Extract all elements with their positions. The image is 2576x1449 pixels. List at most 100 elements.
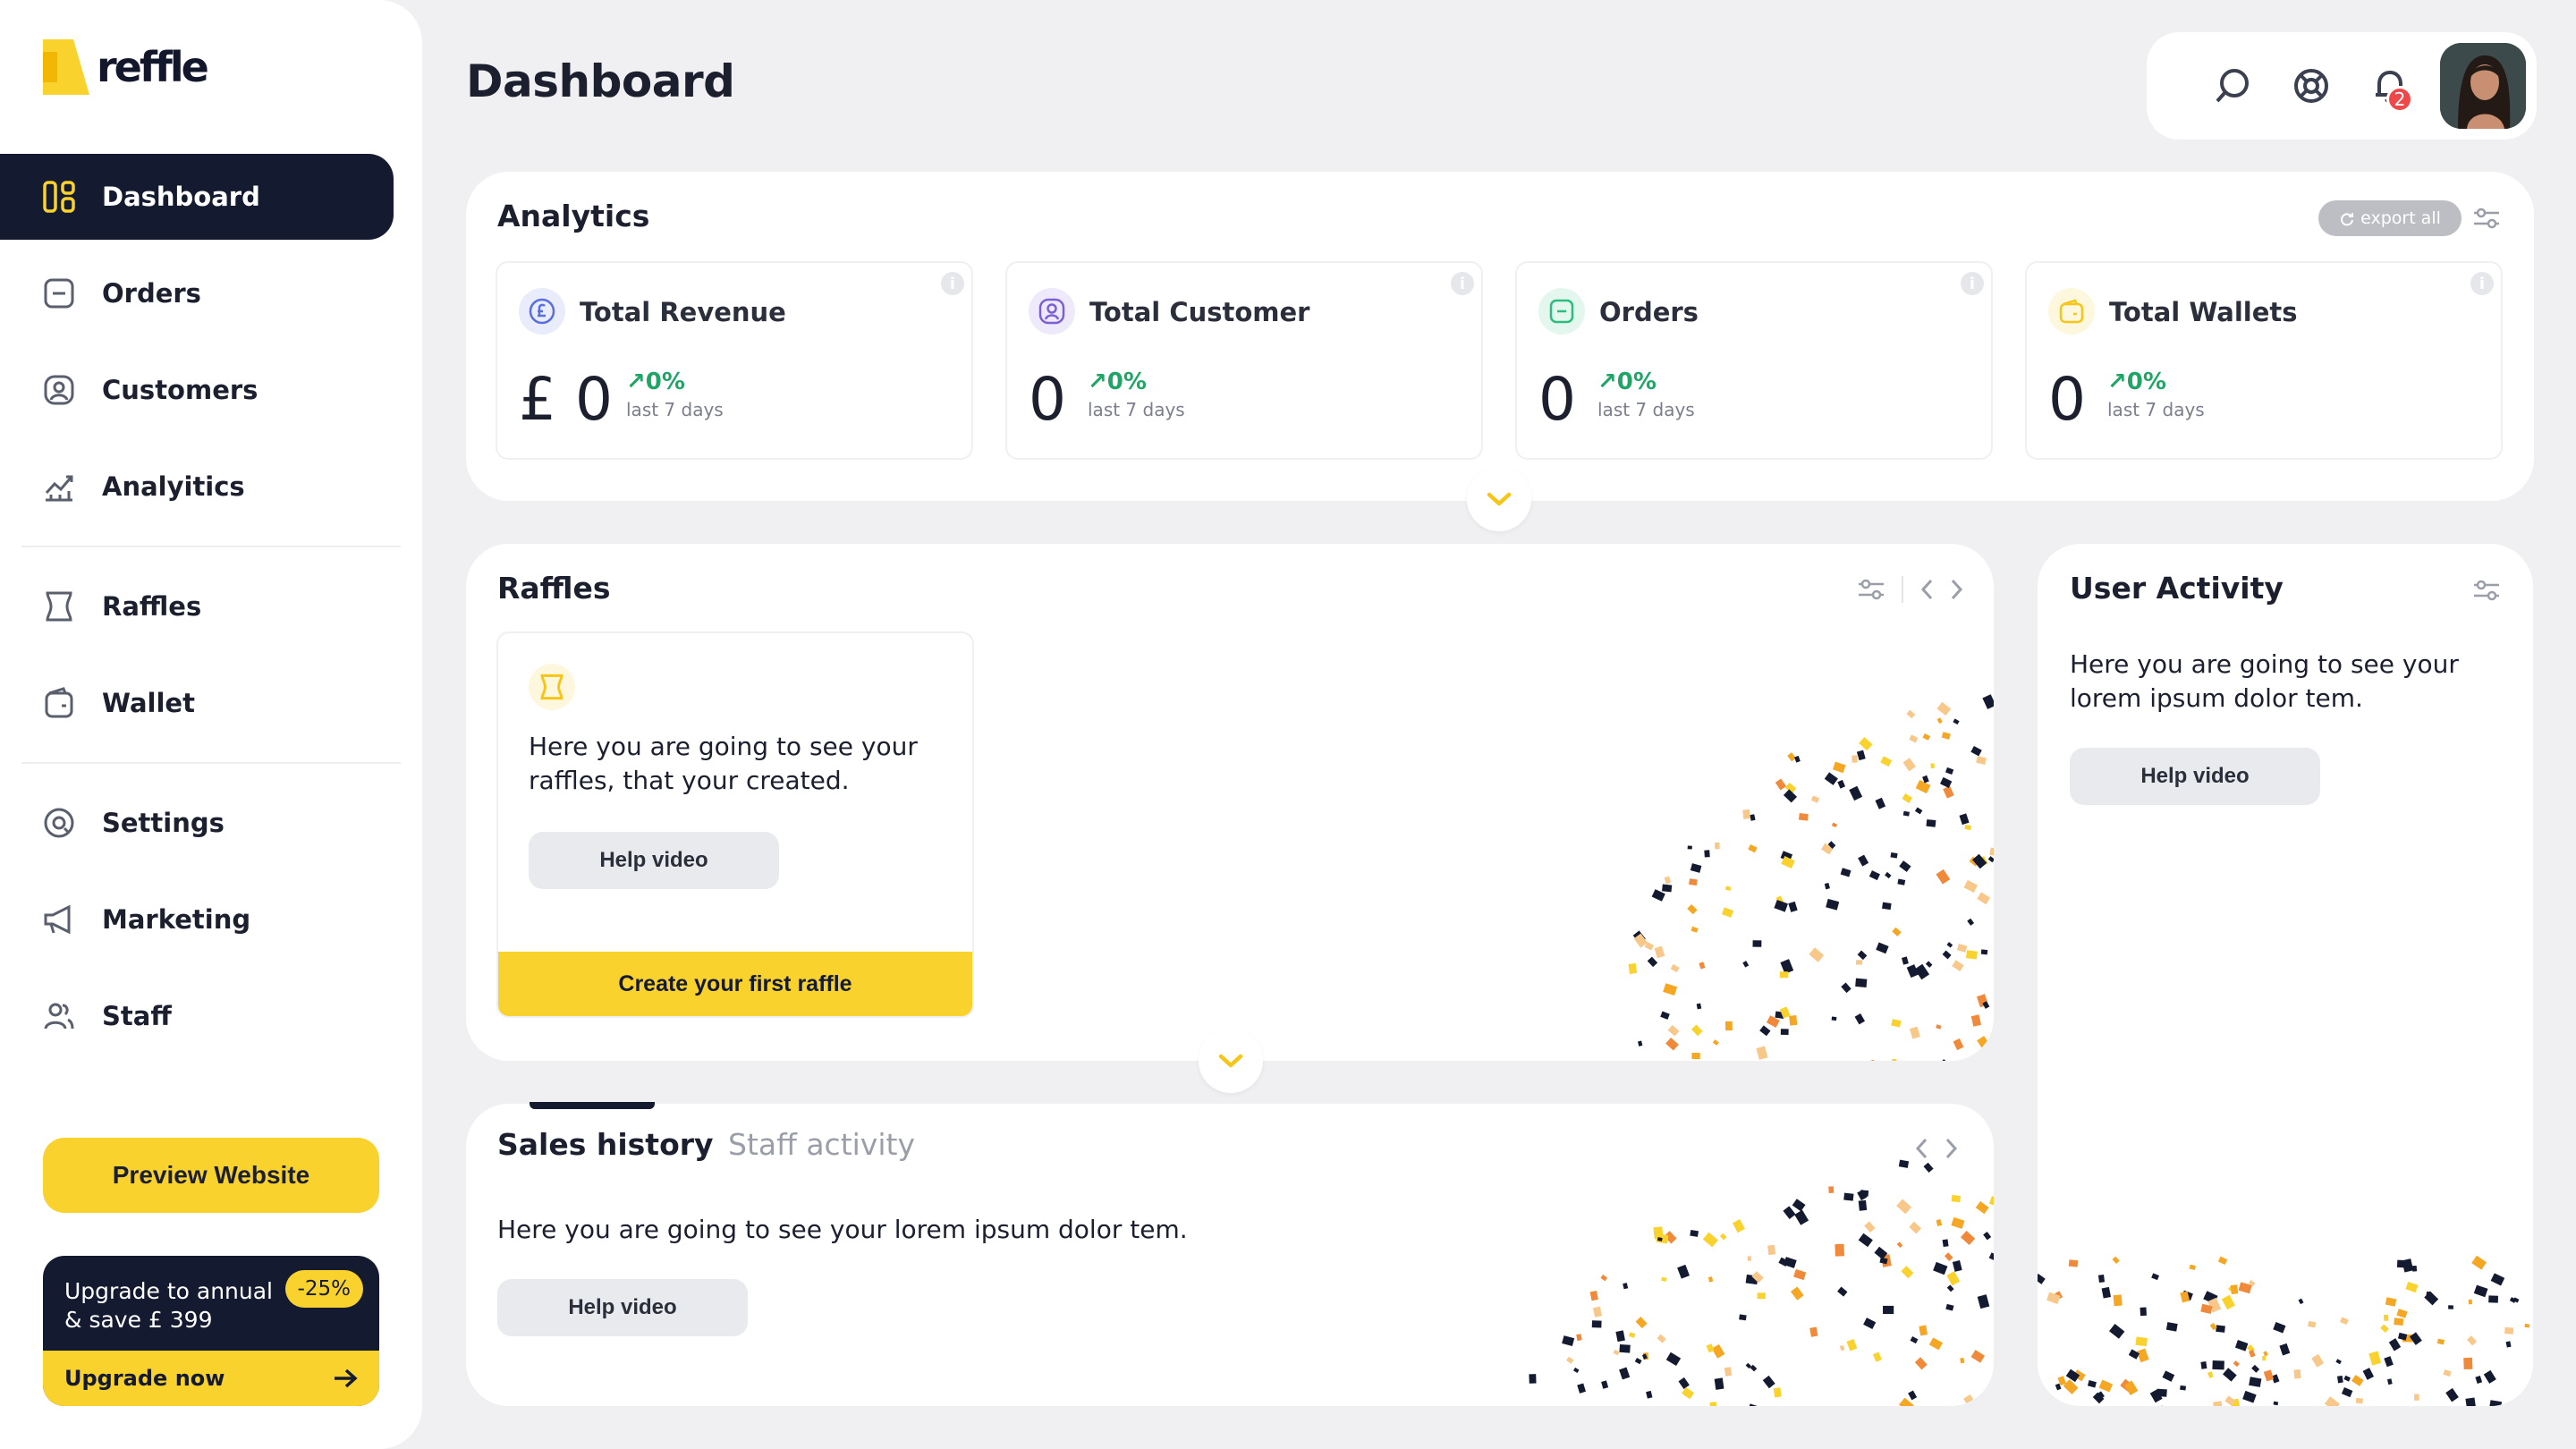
confetti-piece <box>2151 1273 2160 1281</box>
notifications-button[interactable]: 2 <box>2351 47 2429 125</box>
sidebar-item-settings[interactable]: Settings <box>0 780 394 866</box>
confetti-piece <box>1885 871 1892 879</box>
export-icon <box>2339 210 2355 226</box>
confetti-piece <box>1860 1190 1869 1197</box>
confetti-piece <box>2200 1361 2207 1369</box>
export-all-button[interactable]: export all <box>2318 200 2462 236</box>
sidebar-item-analytics[interactable]: Analyitics <box>0 444 394 530</box>
chevron-down-icon <box>1217 1053 1244 1069</box>
stat-card-total-wallets: Total Wallets 0 ↗0% last 7 days i <box>2025 261 2503 460</box>
confetti-piece <box>1660 1011 1670 1020</box>
stat-period: last 7 days <box>1088 399 1185 420</box>
confetti-piece <box>1909 734 1919 743</box>
confetti-piece <box>2221 1294 2235 1310</box>
create-raffle-button[interactable]: Create your first raffle <box>498 952 972 1016</box>
chevron-right-icon[interactable] <box>1945 1136 1959 1161</box>
confetti-piece <box>1831 822 1837 828</box>
confetti-piece <box>1831 1016 1837 1021</box>
confetti-piece <box>1963 879 1979 893</box>
confetti-piece <box>1970 1350 1986 1363</box>
confetti-piece <box>1665 1352 1682 1367</box>
info-icon[interactable]: i <box>2470 272 2494 295</box>
upgrade-now-button[interactable]: Upgrade now <box>43 1351 379 1406</box>
filter-icon[interactable] <box>1857 577 1885 602</box>
confetti-piece <box>1936 717 1943 724</box>
stat-value: 0 <box>2048 365 2086 434</box>
chevron-left-icon[interactable] <box>1919 577 1934 602</box>
confetti-piece <box>2135 1336 2148 1347</box>
confetti-piece <box>1663 983 1678 996</box>
sidebar-item-wallet[interactable]: Wallet <box>0 660 394 746</box>
confetti-piece <box>1960 1357 1965 1364</box>
filter-icon[interactable] <box>2472 578 2501 603</box>
sidebar-item-marketing[interactable]: Marketing <box>0 877 394 962</box>
confetti-piece <box>1667 1025 1680 1037</box>
tab-staff-activity[interactable]: Staff activity <box>728 1127 915 1162</box>
sidebar-item-orders[interactable]: Orders <box>0 250 394 336</box>
confetti-piece <box>2445 1387 2459 1402</box>
confetti-piece <box>1989 847 1994 857</box>
confetti-piece <box>1677 1264 1690 1279</box>
sidebar-item-customers[interactable]: Customers <box>0 347 394 433</box>
confetti-piece <box>1966 950 1978 960</box>
expand-raffles-button[interactable] <box>1199 1029 1263 1093</box>
support-button[interactable] <box>2272 47 2351 125</box>
search-button[interactable] <box>2193 47 2272 125</box>
confetti-piece <box>1936 701 1952 716</box>
stat-change: ↗0% <box>1597 369 1657 395</box>
raffles-empty-text: Here you are going to see your raffles, … <box>529 732 918 795</box>
sales-help-video-button[interactable]: Help video <box>497 1279 748 1336</box>
confetti-piece <box>2298 1298 2304 1305</box>
orders-icon <box>1538 288 1585 335</box>
stat-change: ↗0% <box>626 369 685 395</box>
sidebar-item-staff[interactable]: Staff <box>0 973 394 1059</box>
export-all-label: export all <box>2360 208 2441 228</box>
chevron-right-icon[interactable] <box>1950 577 1964 602</box>
sidebar-item-label: Raffles <box>102 591 202 622</box>
confetti-piece <box>1664 876 1672 885</box>
info-icon[interactable]: i <box>941 272 964 295</box>
info-icon[interactable]: i <box>1961 272 1984 295</box>
confetti-piece <box>1898 1159 1910 1168</box>
sales-controls <box>1914 1136 1959 1161</box>
upgrade-text: Upgrade to annual & save £ 399 <box>64 1277 273 1335</box>
chevron-left-icon[interactable] <box>1914 1136 1928 1161</box>
preview-website-button[interactable]: Preview Website <box>43 1138 379 1213</box>
confetti-piece <box>1910 1335 1919 1344</box>
user-activity-help-video-button[interactable]: Help video <box>2070 748 2320 805</box>
confetti-piece <box>1930 763 1935 769</box>
confetti-piece <box>2380 1324 2389 1334</box>
confetti-piece <box>2504 1326 2514 1335</box>
confetti-piece <box>1849 785 1863 801</box>
sidebar: reffle Dashboard Orders Customers Analyi… <box>0 0 422 1449</box>
confetti-piece <box>1566 1356 1574 1364</box>
filter-icon[interactable] <box>2472 206 2501 231</box>
sidebar-item-raffles[interactable]: Raffles <box>0 564 394 649</box>
tab-sales-history[interactable]: Sales history <box>497 1127 714 1162</box>
stat-change-value: 0% <box>2126 369 2166 395</box>
avatar[interactable] <box>2440 43 2526 129</box>
confetti-piece <box>1748 843 1758 853</box>
confetti-piece <box>2355 1397 2363 1404</box>
confetti-piece <box>1824 883 1830 890</box>
confetti-piece <box>1988 1196 1994 1208</box>
confetti-piece <box>1798 812 1809 821</box>
confetti-piece <box>1791 1286 1804 1301</box>
arrow-up-right-icon: ↗ <box>2107 369 2127 395</box>
confetti-piece <box>1936 1219 1943 1226</box>
confetti-piece <box>1926 819 1936 827</box>
confetti-piece <box>1714 842 1720 850</box>
confetti-piece <box>1794 755 1801 763</box>
brand-logo[interactable]: reffle <box>41 39 209 95</box>
confetti-piece <box>2165 1322 2178 1332</box>
info-icon[interactable]: i <box>1451 272 1474 295</box>
confetti-piece <box>2335 1359 2342 1365</box>
raffles-help-video-button[interactable]: Help video <box>529 832 779 889</box>
confetti-piece <box>1953 718 1960 725</box>
confetti-piece <box>1699 962 1706 970</box>
stat-card-orders: Orders 0 ↗0% last 7 days i <box>1515 261 1993 460</box>
expand-analytics-button[interactable] <box>1467 467 1531 531</box>
confetti-piece <box>1892 927 1902 936</box>
confetti-piece <box>1724 1021 1733 1031</box>
sidebar-item-dashboard[interactable]: Dashboard <box>0 154 394 240</box>
